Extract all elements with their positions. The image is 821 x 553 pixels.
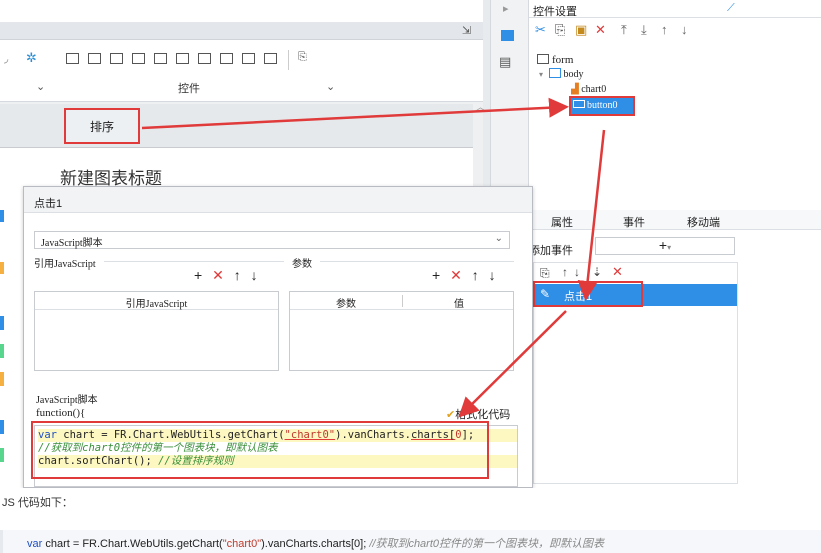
annotation-arrows: [141, 97, 606, 418]
code-snippet: var chart = FR.Chart.WebUtils.getChart("…: [0, 530, 821, 553]
caption: JS 代码如下：: [2, 497, 73, 509]
screenshot-area: ⇲ ◞ ✲ ⎘ ⌄ 控件 ⌄ 排序 新建图表标题 ︿ ▸ ▤ 控件设置 ⟋ ✂ …: [0, 0, 821, 488]
arrow-to-button0: [141, 97, 569, 130]
arrow-to-code: [458, 310, 567, 418]
arrow-to-event: [577, 129, 606, 301]
code-snippet-line: var chart = FR.Chart.WebUtils.getChart("…: [27, 538, 605, 550]
